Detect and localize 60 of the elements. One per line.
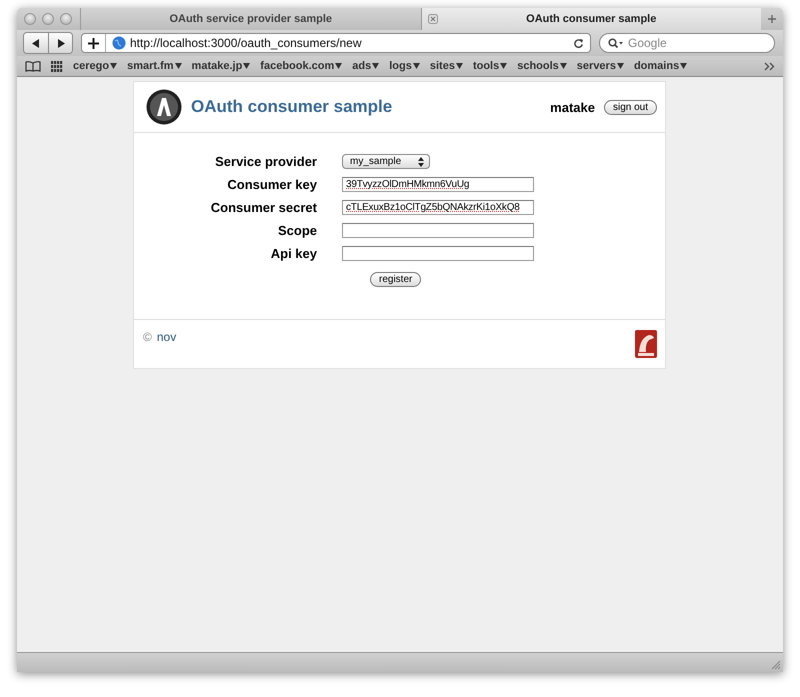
input-field[interactable] (342, 223, 534, 238)
back-icon (32, 38, 40, 48)
register-button[interactable]: register (370, 272, 422, 287)
reload-icon[interactable] (573, 38, 584, 48)
address-field[interactable]: http://localhost:3000/oauth_consumers/new (81, 33, 591, 53)
bookmark-menu[interactable]: smart.fm (127, 60, 182, 72)
user-name: matake (550, 100, 595, 114)
provider-select[interactable]: my_sample (342, 154, 430, 169)
caret-icon (680, 63, 688, 69)
logo-icon (146, 89, 182, 125)
field-label: Service provider (214, 154, 317, 169)
bookmark-menu[interactable]: domains (634, 60, 688, 72)
caret-icon (456, 63, 463, 69)
caret-icon (616, 63, 624, 69)
copyright-symbol: © (143, 330, 152, 344)
forward-button[interactable] (48, 33, 72, 53)
bookmark-menu[interactable]: sites (430, 60, 463, 72)
plus-icon[interactable] (88, 38, 99, 48)
bookmark-menu[interactable]: ads (352, 60, 380, 72)
caret-icon (500, 63, 508, 69)
page-title: OAuth consumer sample (191, 97, 392, 117)
bookmark-menu[interactable]: logs (389, 60, 420, 72)
bookmark-menu[interactable]: tools (472, 60, 508, 72)
bookmark-menu[interactable]: matake.jp (192, 60, 250, 72)
search-icon (608, 38, 624, 48)
field-label: Scope (276, 223, 317, 238)
author-link[interactable]: nov (156, 330, 176, 344)
back-button[interactable] (24, 33, 48, 53)
caret-icon (243, 63, 250, 69)
caret-icon (372, 63, 380, 69)
stepper-icon (418, 156, 424, 166)
bookmark-menu[interactable]: schools (517, 60, 567, 72)
window-control-icon[interactable] (42, 13, 54, 25)
input-field[interactable]: cTLExuxBz1oClTgZ5bQNAkzrKi1oXkQ8 (342, 200, 534, 215)
chevron-icon[interactable] (764, 62, 775, 70)
globe-icon (112, 36, 126, 50)
rails-logo-icon (635, 330, 657, 358)
input-field[interactable] (342, 246, 534, 261)
caret-icon (335, 63, 342, 69)
sign-out-button[interactable]: sign out (604, 100, 657, 114)
input-field[interactable]: 39TvyzzOlDmHMkmn6VuUg (342, 177, 534, 192)
forward-icon (56, 38, 64, 48)
caret-icon (174, 63, 182, 69)
field-label: Api key (270, 246, 317, 261)
book-icon[interactable] (25, 60, 41, 72)
bookmark-menu[interactable]: servers (576, 60, 624, 72)
close-icon[interactable] (428, 14, 438, 24)
grid-icon[interactable] (51, 60, 63, 72)
field-label: Consumer secret (210, 200, 317, 215)
browser-tab[interactable]: OAuth consumer sample (420, 8, 761, 30)
window-control-icon[interactable] (60, 13, 72, 25)
bookmark-menu[interactable]: cerego (73, 60, 118, 72)
search-field[interactable]: Google (599, 33, 775, 53)
caret-icon (560, 63, 567, 69)
resize-grip-icon[interactable] (771, 660, 781, 670)
bookmark-menu[interactable]: facebook.com (260, 60, 342, 72)
caret-icon (412, 63, 420, 69)
window-control-icon[interactable] (24, 13, 36, 25)
caret-icon (110, 63, 118, 69)
field-label: Consumer key (226, 177, 317, 192)
